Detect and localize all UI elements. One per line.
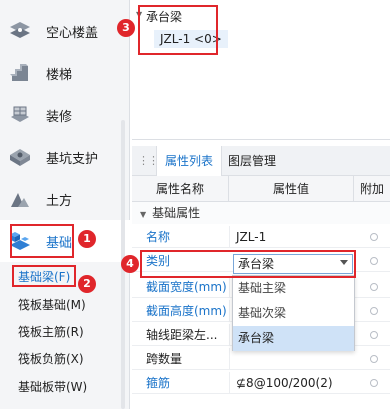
- sub-item-foundation-strip[interactable]: 基础板带(W): [0, 375, 125, 399]
- row-name: 截面宽度(mm): [146, 280, 227, 294]
- stairs-icon: [10, 64, 28, 81]
- callout-box-category: [140, 250, 356, 278]
- table-row[interactable]: 跨数量: [132, 348, 390, 370]
- option-foundation-main-beam[interactable]: 基础主梁: [233, 276, 354, 301]
- group-label: 基础属性: [152, 206, 201, 220]
- nav-item-earthwork[interactable]: 土方: [0, 178, 130, 220]
- property-tabs: ⋮⋮ 属性列表 图层管理: [132, 146, 390, 176]
- additional-checkbox[interactable]: [370, 283, 378, 291]
- header-property-name: 属性名称: [132, 176, 229, 202]
- nav-item-hollow-slab[interactable]: 空心楼盖: [0, 10, 130, 52]
- row-name: 轴线距梁左...: [146, 328, 218, 342]
- callout-box-foundation: [10, 224, 74, 258]
- additional-checkbox[interactable]: [370, 379, 378, 387]
- header-additional: 附加: [354, 176, 390, 202]
- pit-support-icon: [10, 149, 30, 166]
- row-value[interactable]: ⊈8@100/200(2): [229, 372, 353, 394]
- row-value[interactable]: [229, 348, 353, 370]
- tab-property-list[interactable]: 属性列表: [156, 146, 223, 176]
- row-name: 跨数量: [146, 352, 183, 366]
- header-property-value: 属性值: [229, 176, 354, 202]
- nav-item-decoration[interactable]: 装修: [0, 94, 130, 136]
- nav-item-stairs[interactable]: 楼梯: [0, 52, 130, 94]
- row-name: 截面高度(mm): [146, 304, 227, 318]
- additional-checkbox[interactable]: [370, 233, 378, 241]
- drag-grip-icon[interactable]: ⋮⋮: [138, 154, 159, 167]
- earthwork-icon: [11, 193, 29, 207]
- nav-item-pit-support[interactable]: 基坑支护: [0, 136, 130, 178]
- table-row[interactable]: 箍筋 ⊈8@100/200(2): [132, 372, 390, 394]
- sub-item-raft-foundation[interactable]: 筏板基础(M): [0, 293, 125, 317]
- row-name: 箍筋: [146, 376, 171, 390]
- group-collapse-icon[interactable]: ▼: [140, 210, 146, 219]
- option-foundation-secondary-beam[interactable]: 基础次梁: [233, 301, 354, 326]
- group-foundation-properties[interactable]: ▼ 基础属性: [132, 202, 390, 224]
- left-nav: 空心楼盖 楼梯 装修 基坑支护 土方 基础 基础梁(F) 筏板基础(M) 筏板主…: [0, 0, 130, 409]
- callout-badge-2: 2: [78, 275, 96, 293]
- sub-item-raft-negative-rebar[interactable]: 筏板负筋(X): [0, 347, 125, 371]
- hollow-slab-icon: [10, 22, 30, 38]
- row-value[interactable]: JZL-1: [229, 226, 353, 248]
- category-dropdown: 基础主梁 基础次梁 承台梁: [232, 275, 355, 351]
- row-name: 名称: [146, 230, 171, 244]
- tab-layer-management[interactable]: 图层管理: [220, 146, 284, 176]
- additional-checkbox[interactable]: [370, 257, 378, 265]
- callout-badge-4: 4: [121, 255, 139, 273]
- sub-item-raft-main-rebar[interactable]: 筏板主筋(R): [0, 320, 125, 344]
- additional-checkbox[interactable]: [370, 307, 378, 315]
- callout-box-tree: [138, 5, 218, 55]
- decoration-icon: [11, 106, 29, 122]
- option-cap-beam[interactable]: 承台梁: [233, 326, 354, 351]
- table-row[interactable]: 名称 JZL-1: [132, 226, 390, 248]
- callout-badge-1: 1: [78, 230, 96, 248]
- additional-checkbox[interactable]: [370, 355, 378, 363]
- callout-badge-3: 3: [117, 19, 135, 37]
- additional-checkbox[interactable]: [370, 331, 378, 339]
- callout-box-foundation-beam: [12, 265, 76, 287]
